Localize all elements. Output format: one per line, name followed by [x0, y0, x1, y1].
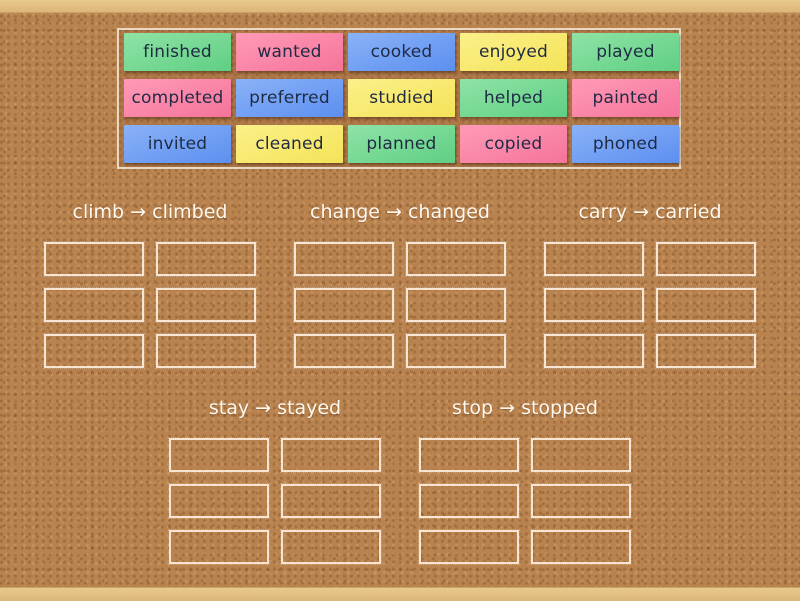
word-card-planned[interactable]: planned	[348, 125, 455, 163]
group-heading: stop → stopped	[452, 397, 598, 419]
drop-slot[interactable]	[280, 529, 382, 565]
word-card-copied[interactable]: copied	[460, 125, 567, 163]
drop-slot[interactable]	[280, 483, 382, 519]
wood-frame-bottom	[0, 587, 800, 601]
word-card-enjoyed[interactable]: enjoyed	[460, 33, 567, 71]
group-heading: carry → carried	[578, 201, 722, 223]
group-heading: change → changed	[310, 201, 490, 223]
drop-slot[interactable]	[655, 333, 757, 369]
word-card-helped[interactable]: helped	[460, 79, 567, 117]
group-heading: stay → stayed	[208, 397, 342, 419]
drop-slot[interactable]	[543, 287, 645, 323]
word-card-studied[interactable]: studied	[348, 79, 455, 117]
drop-slot[interactable]	[418, 529, 520, 565]
word-card-preferred[interactable]: preferred	[236, 79, 343, 117]
drop-slot[interactable]	[405, 333, 507, 369]
drop-slot[interactable]	[280, 437, 382, 473]
drop-slot[interactable]	[168, 437, 270, 473]
group-heading: climb → climbed	[72, 201, 228, 223]
drop-slot[interactable]	[530, 529, 632, 565]
drop-slot[interactable]	[155, 333, 257, 369]
drop-slot[interactable]	[543, 241, 645, 277]
drop-slot[interactable]	[530, 437, 632, 473]
drop-slot[interactable]	[655, 287, 757, 323]
drop-slot[interactable]	[293, 241, 395, 277]
word-card-wanted[interactable]: wanted	[236, 33, 343, 71]
drop-slot[interactable]	[155, 287, 257, 323]
drop-slot[interactable]	[405, 287, 507, 323]
word-card-invited[interactable]: invited	[124, 125, 231, 163]
drop-slot[interactable]	[43, 333, 145, 369]
drop-slot[interactable]	[530, 483, 632, 519]
drop-slot[interactable]	[168, 529, 270, 565]
drop-slot[interactable]	[293, 287, 395, 323]
drop-slot[interactable]	[155, 241, 257, 277]
drop-slot[interactable]	[418, 437, 520, 473]
wood-frame-top	[0, 0, 800, 13]
drop-slot[interactable]	[405, 241, 507, 277]
word-card-completed[interactable]: completed	[124, 79, 231, 117]
word-card-finished[interactable]: finished	[124, 33, 231, 71]
drop-slot[interactable]	[293, 333, 395, 369]
word-card-cleaned[interactable]: cleaned	[236, 125, 343, 163]
drop-slot[interactable]	[43, 241, 145, 277]
drop-slot[interactable]	[655, 241, 757, 277]
word-card-painted[interactable]: painted	[572, 79, 679, 117]
drop-slot[interactable]	[418, 483, 520, 519]
drop-slot[interactable]	[43, 287, 145, 323]
word-card-played[interactable]: played	[572, 33, 679, 71]
drop-slot[interactable]	[168, 483, 270, 519]
word-card-phoned[interactable]: phoned	[572, 125, 679, 163]
word-card-cooked[interactable]: cooked	[348, 33, 455, 71]
drop-slot[interactable]	[543, 333, 645, 369]
